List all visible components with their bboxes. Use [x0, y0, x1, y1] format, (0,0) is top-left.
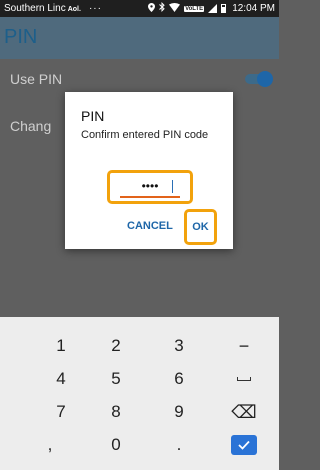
use-pin-toggle[interactable] [245, 71, 273, 87]
key-done[interactable] [214, 428, 274, 462]
pin-dialog: PIN Confirm entered PIN code CANCEL OK [65, 92, 233, 249]
key-9[interactable]: 9 [149, 395, 209, 429]
key-5[interactable]: 5 [86, 362, 146, 396]
carrier-badge: Aol. [67, 6, 81, 13]
overflow-indicator: ··· [88, 3, 102, 14]
use-pin-label: Use PIN [10, 71, 63, 87]
key-6[interactable]: 6 [149, 362, 209, 396]
key-space[interactable] [214, 362, 274, 396]
key-minus[interactable]: − [214, 329, 274, 363]
done-button [231, 435, 257, 455]
key-4[interactable]: 4 [31, 362, 91, 396]
status-time: 12:04 PM [232, 3, 275, 14]
toggle-knob [257, 71, 273, 87]
pin-input-highlight [107, 170, 193, 204]
page-title: PIN [4, 26, 38, 48]
ok-button[interactable]: OK [187, 212, 214, 242]
change-pin-label: Chang [10, 118, 52, 134]
backspace-icon: ⌫ [231, 401, 257, 422]
checkmark-icon [238, 440, 250, 450]
key-2[interactable]: 2 [86, 329, 146, 363]
wifi-icon [169, 2, 181, 15]
key-comma[interactable]: , [20, 428, 80, 462]
key-0[interactable]: 0 [86, 428, 146, 462]
cancel-button[interactable]: CANCEL [127, 220, 173, 232]
key-backspace[interactable]: ⌫ [214, 395, 274, 429]
status-bar: Southern Linc Aol. ··· VoLTE 12:04 PM [0, 0, 279, 17]
key-7[interactable]: 7 [31, 395, 91, 429]
location-icon [148, 2, 156, 15]
pin-input[interactable] [120, 176, 180, 198]
bluetooth-icon [159, 1, 165, 15]
dialog-message: Confirm entered PIN code [81, 129, 209, 141]
text-cursor [172, 180, 173, 193]
signal-icon [208, 4, 218, 13]
volte-badge: VoLTE [184, 5, 205, 12]
ok-button-highlight: OK [184, 209, 217, 245]
carrier-name: Southern Linc Aol. [4, 3, 81, 14]
dialog-title: PIN [81, 108, 105, 124]
key-8[interactable]: 8 [86, 395, 146, 429]
key-3[interactable]: 3 [149, 329, 209, 363]
battery-icon [221, 4, 227, 13]
key-period[interactable]: . [149, 428, 209, 462]
key-1[interactable]: 1 [31, 329, 91, 363]
carrier-label: Southern Linc [4, 3, 66, 14]
space-icon [237, 377, 251, 381]
status-icons: VoLTE 12:04 PM [148, 1, 275, 15]
app-bar: PIN [0, 17, 279, 59]
numeric-keyboard: 1 2 3 − 4 5 6 7 8 9 ⌫ , 0 . [0, 317, 279, 470]
